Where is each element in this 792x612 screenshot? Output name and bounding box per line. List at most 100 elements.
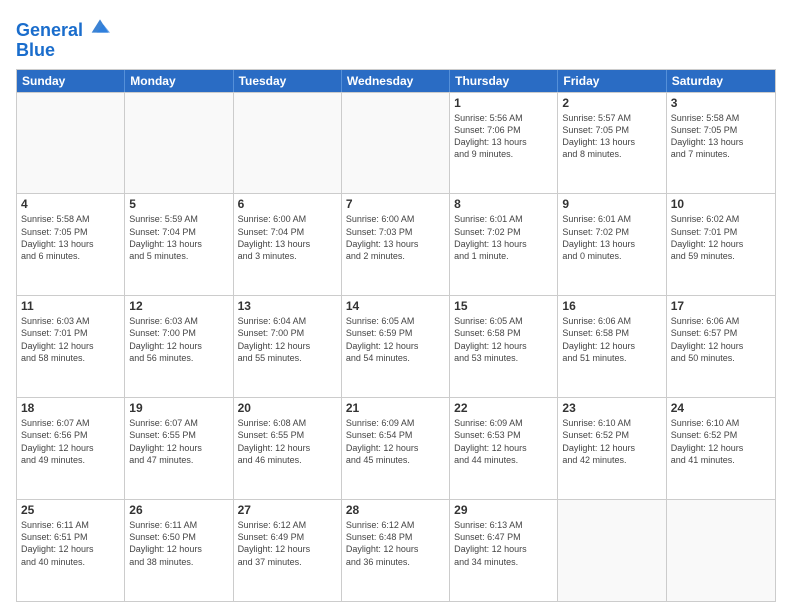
day-number: 9 [562, 197, 661, 211]
day-info: Sunrise: 6:09 AM Sunset: 6:53 PM Dayligh… [454, 417, 553, 466]
calendar-cell: 17 Sunrise: 6:06 AM Sunset: 6:57 PM Dayli… [667, 296, 775, 397]
day-info: Sunrise: 6:01 AM Sunset: 7:02 PM Dayligh… [454, 213, 553, 262]
logo: General Blue [16, 16, 110, 61]
calendar-cell [17, 93, 125, 194]
day-info: Sunrise: 6:04 AM Sunset: 7:00 PM Dayligh… [238, 315, 337, 364]
calendar-cell [558, 500, 666, 601]
day-number: 29 [454, 503, 553, 517]
day-info: Sunrise: 5:59 AM Sunset: 7:04 PM Dayligh… [129, 213, 228, 262]
weekday-header-sunday: Sunday [17, 70, 125, 92]
day-info: Sunrise: 6:03 AM Sunset: 7:00 PM Dayligh… [129, 315, 228, 364]
weekday-header-tuesday: Tuesday [234, 70, 342, 92]
day-info: Sunrise: 6:11 AM Sunset: 6:51 PM Dayligh… [21, 519, 120, 568]
header: General Blue [16, 16, 776, 61]
day-number: 26 [129, 503, 228, 517]
calendar-cell: 14 Sunrise: 6:05 AM Sunset: 6:59 PM Dayli… [342, 296, 450, 397]
page: General Blue SundayMondayTuesdayWednesda… [0, 0, 792, 612]
calendar-cell: 11 Sunrise: 6:03 AM Sunset: 7:01 PM Dayli… [17, 296, 125, 397]
day-info: Sunrise: 6:03 AM Sunset: 7:01 PM Dayligh… [21, 315, 120, 364]
calendar-cell [342, 93, 450, 194]
day-number: 16 [562, 299, 661, 313]
day-number: 15 [454, 299, 553, 313]
day-info: Sunrise: 6:09 AM Sunset: 6:54 PM Dayligh… [346, 417, 445, 466]
calendar-row-0: 1 Sunrise: 5:56 AM Sunset: 7:06 PM Daylig… [17, 92, 775, 194]
calendar-cell: 12 Sunrise: 6:03 AM Sunset: 7:00 PM Dayli… [125, 296, 233, 397]
day-number: 11 [21, 299, 120, 313]
day-info: Sunrise: 6:13 AM Sunset: 6:47 PM Dayligh… [454, 519, 553, 568]
day-number: 1 [454, 96, 553, 110]
day-number: 7 [346, 197, 445, 211]
calendar-cell: 6Sunrise: 6:00 AM Sunset: 7:04 PM Daylig… [234, 194, 342, 295]
calendar-cell: 28Sunrise: 6:12 AM Sunset: 6:48 PM Dayli… [342, 500, 450, 601]
calendar-cell: 7 Sunrise: 6:00 AM Sunset: 7:03 PM Daylig… [342, 194, 450, 295]
logo-blue: Blue [16, 41, 110, 61]
day-info: Sunrise: 6:07 AM Sunset: 6:56 PM Dayligh… [21, 417, 120, 466]
day-info: Sunrise: 6:05 AM Sunset: 6:58 PM Dayligh… [454, 315, 553, 364]
day-info: Sunrise: 6:00 AM Sunset: 7:03 PM Dayligh… [346, 213, 445, 262]
day-number: 10 [671, 197, 771, 211]
day-number: 2 [562, 96, 661, 110]
day-info: Sunrise: 5:57 AM Sunset: 7:05 PM Dayligh… [562, 112, 661, 161]
day-number: 14 [346, 299, 445, 313]
day-info: Sunrise: 6:10 AM Sunset: 6:52 PM Dayligh… [562, 417, 661, 466]
day-number: 3 [671, 96, 771, 110]
weekday-header-monday: Monday [125, 70, 233, 92]
weekday-header-saturday: Saturday [667, 70, 775, 92]
weekday-header-friday: Friday [558, 70, 666, 92]
calendar-cell: 27 Sunrise: 6:12 AM Sunset: 6:49 PM Dayli… [234, 500, 342, 601]
day-number: 27 [238, 503, 337, 517]
day-number: 18 [21, 401, 120, 415]
day-info: Sunrise: 6:11 AM Sunset: 6:50 PM Dayligh… [129, 519, 228, 568]
calendar-cell: 15 Sunrise: 6:05 AM Sunset: 6:58 PM Dayli… [450, 296, 558, 397]
calendar-cell: 16 Sunrise: 6:06 AM Sunset: 6:58 PM Dayli… [558, 296, 666, 397]
calendar-cell [234, 93, 342, 194]
calendar-header-row: SundayMondayTuesdayWednesdayThursdayFrid… [17, 70, 775, 92]
calendar-cell: 20Sunrise: 6:08 AM Sunset: 6:55 PM Dayli… [234, 398, 342, 499]
calendar-cell: 26 Sunrise: 6:11 AM Sunset: 6:50 PM Dayli… [125, 500, 233, 601]
logo-general: General [16, 20, 83, 40]
calendar-cell: 13Sunrise: 6:04 AM Sunset: 7:00 PM Dayli… [234, 296, 342, 397]
day-info: Sunrise: 6:06 AM Sunset: 6:57 PM Dayligh… [671, 315, 771, 364]
day-info: Sunrise: 6:06 AM Sunset: 6:58 PM Dayligh… [562, 315, 661, 364]
calendar-body: 1 Sunrise: 5:56 AM Sunset: 7:06 PM Daylig… [17, 92, 775, 601]
day-info: Sunrise: 6:01 AM Sunset: 7:02 PM Dayligh… [562, 213, 661, 262]
calendar-cell: 22 Sunrise: 6:09 AM Sunset: 6:53 PM Dayli… [450, 398, 558, 499]
calendar-cell: 2 Sunrise: 5:57 AM Sunset: 7:05 PM Daylig… [558, 93, 666, 194]
logo-text: General [16, 16, 110, 41]
calendar-cell: 19 Sunrise: 6:07 AM Sunset: 6:55 PM Dayli… [125, 398, 233, 499]
day-info: Sunrise: 6:05 AM Sunset: 6:59 PM Dayligh… [346, 315, 445, 364]
day-info: Sunrise: 6:02 AM Sunset: 7:01 PM Dayligh… [671, 213, 771, 262]
calendar: SundayMondayTuesdayWednesdayThursdayFrid… [16, 69, 776, 602]
calendar-cell: 23 Sunrise: 6:10 AM Sunset: 6:52 PM Dayli… [558, 398, 666, 499]
calendar-cell: 1 Sunrise: 5:56 AM Sunset: 7:06 PM Daylig… [450, 93, 558, 194]
weekday-header-wednesday: Wednesday [342, 70, 450, 92]
weekday-header-thursday: Thursday [450, 70, 558, 92]
calendar-cell: 8 Sunrise: 6:01 AM Sunset: 7:02 PM Daylig… [450, 194, 558, 295]
day-number: 8 [454, 197, 553, 211]
calendar-row-2: 11 Sunrise: 6:03 AM Sunset: 7:01 PM Dayli… [17, 295, 775, 397]
day-number: 4 [21, 197, 120, 211]
calendar-cell [667, 500, 775, 601]
day-number: 22 [454, 401, 553, 415]
day-number: 19 [129, 401, 228, 415]
day-info: Sunrise: 6:07 AM Sunset: 6:55 PM Dayligh… [129, 417, 228, 466]
day-info: Sunrise: 5:58 AM Sunset: 7:05 PM Dayligh… [21, 213, 120, 262]
day-number: 21 [346, 401, 445, 415]
calendar-cell: 21 Sunrise: 6:09 AM Sunset: 6:54 PM Dayli… [342, 398, 450, 499]
day-info: Sunrise: 6:12 AM Sunset: 6:48 PM Dayligh… [346, 519, 445, 568]
calendar-row-3: 18 Sunrise: 6:07 AM Sunset: 6:56 PM Dayli… [17, 397, 775, 499]
day-info: Sunrise: 6:12 AM Sunset: 6:49 PM Dayligh… [238, 519, 337, 568]
logo-icon [90, 16, 110, 36]
calendar-cell: 29 Sunrise: 6:13 AM Sunset: 6:47 PM Dayli… [450, 500, 558, 601]
day-number: 23 [562, 401, 661, 415]
calendar-cell [125, 93, 233, 194]
day-info: Sunrise: 5:56 AM Sunset: 7:06 PM Dayligh… [454, 112, 553, 161]
day-number: 17 [671, 299, 771, 313]
day-number: 5 [129, 197, 228, 211]
day-number: 6 [238, 197, 337, 211]
calendar-cell: 4 Sunrise: 5:58 AM Sunset: 7:05 PM Daylig… [17, 194, 125, 295]
day-number: 12 [129, 299, 228, 313]
day-number: 24 [671, 401, 771, 415]
calendar-cell: 5 Sunrise: 5:59 AM Sunset: 7:04 PM Daylig… [125, 194, 233, 295]
calendar-cell: 3Sunrise: 5:58 AM Sunset: 7:05 PM Daylig… [667, 93, 775, 194]
